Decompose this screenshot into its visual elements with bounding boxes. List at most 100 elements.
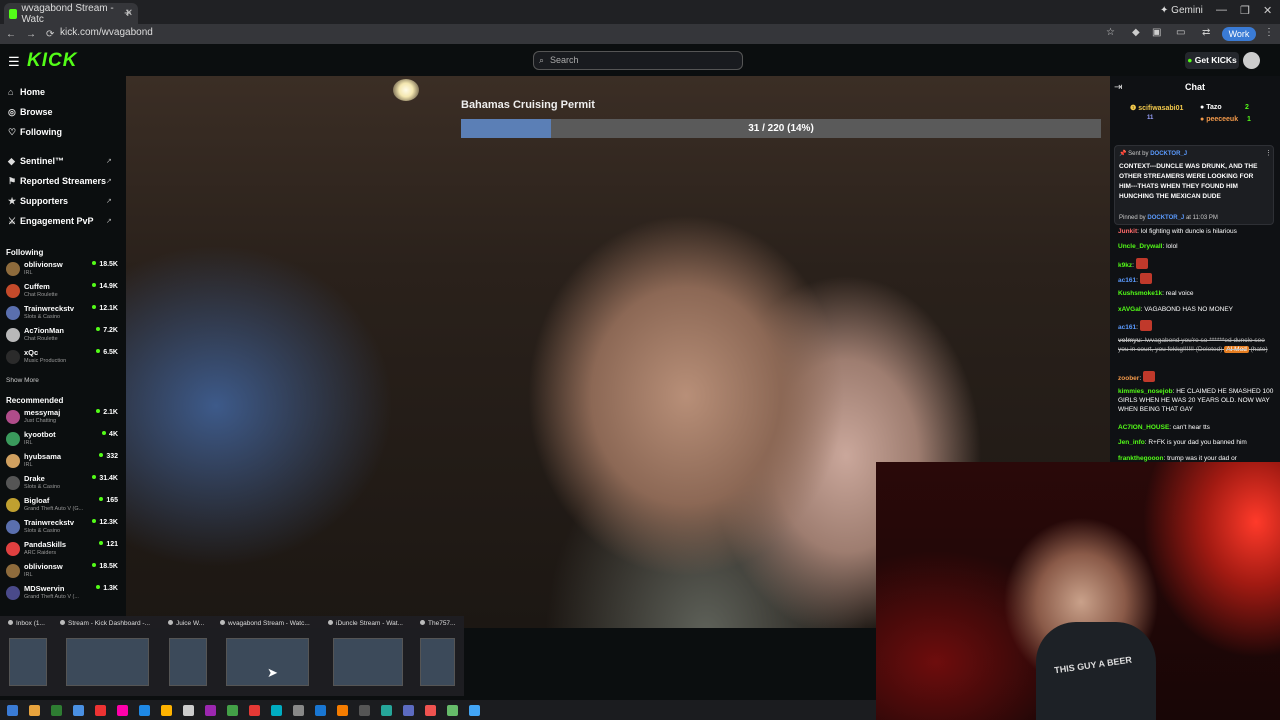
nav-buttons-icon[interactable]: ←→⟳	[6, 29, 64, 40]
bookmark-star-icon[interactable]: ☆	[1106, 27, 1115, 38]
cast-icon[interactable]: ▭	[1176, 27, 1185, 38]
profile-button[interactable]: Work	[1222, 27, 1256, 41]
puzzle-icon[interactable]: ▣	[1152, 27, 1161, 38]
taskbar-app-icon[interactable]	[51, 705, 62, 716]
window-preview[interactable]: The757...	[416, 616, 460, 696]
channel-item[interactable]: MDSwervin Grand Theft Auto V (... 1.3K	[6, 584, 120, 606]
taskbar-app-icon[interactable]	[117, 705, 128, 716]
top-gifter-2[interactable]: ● Tazo	[1200, 104, 1222, 111]
top-gifter-1[interactable]: ❶ scifiwasabi01	[1130, 104, 1183, 112]
pinned-menu-icon[interactable]: ⋮	[1265, 149, 1272, 157]
chat-message[interactable]: zoober:	[1118, 371, 1274, 383]
channel-item[interactable]: Cuffem Chat Roulette 14.9K	[6, 282, 120, 304]
channel-item[interactable]: xQc Music Production 6.5K	[6, 348, 120, 370]
minimize-icon[interactable]: —	[1216, 4, 1227, 16]
taskbar-app-icon[interactable]	[95, 705, 106, 716]
taskbar-app-icon[interactable]	[425, 705, 436, 716]
chat-username[interactable]: zoober	[1118, 375, 1139, 382]
taskbar-app-icon[interactable]	[359, 705, 370, 716]
chat-username[interactable]: volmyu	[1118, 337, 1141, 344]
chat-username[interactable]: ac161	[1118, 277, 1136, 284]
external-link-icon[interactable]: ↗	[106, 157, 112, 165]
chat-message[interactable]: kimmies_nosejob: HE CLAIMED HE SMASHED 1…	[1118, 387, 1274, 414]
chat-username[interactable]: Jen_info	[1118, 439, 1145, 446]
chat-username[interactable]: ac161	[1118, 324, 1136, 331]
get-kicks-button[interactable]: ● Get KICKs	[1185, 52, 1239, 69]
kick-logo[interactable]: KICK	[27, 50, 77, 72]
chat-message[interactable]: Jen_info: R+FK is your dad you banned hi…	[1118, 438, 1274, 447]
channel-item[interactable]: Ac7ionMan Chat Roulette 7.2K	[6, 326, 120, 348]
taskbar-app-icon[interactable]	[403, 705, 414, 716]
taskbar-app-icon[interactable]	[381, 705, 392, 716]
chat-message[interactable]: AC7ION_HOUSE: can't hear tts	[1118, 423, 1274, 432]
chat-username[interactable]: AC7ION_HOUSE	[1118, 424, 1169, 431]
taskbar-app-icon[interactable]	[205, 705, 216, 716]
external-link-icon[interactable]: ↗	[106, 217, 112, 225]
browser-tab[interactable]: wvagabond Stream - Watc ✕	[4, 3, 138, 25]
window-preview[interactable]: Inbox (1...	[4, 616, 52, 696]
new-tab-button[interactable]: +	[124, 5, 132, 20]
top-gifter-3[interactable]: ● peeceeuk	[1200, 116, 1238, 123]
channel-item[interactable]: oblivionsw IRL 18.5K	[6, 562, 120, 584]
chat-message[interactable]: k9kz:	[1118, 258, 1274, 270]
channel-item[interactable]: oblivionsw IRL 18.5K	[6, 260, 120, 282]
sidebar-item-home[interactable]: ⌂ Home	[8, 87, 45, 97]
taskbar-app-icon[interactable]	[29, 705, 40, 716]
chat-username[interactable]: xAVGal	[1118, 306, 1141, 313]
channel-item[interactable]: kyootbot IRL 4K	[6, 430, 120, 452]
window-preview[interactable]: Juice W...	[164, 616, 212, 696]
chat-message[interactable]: xAVGal: VAGABOND HAS NO MONEY	[1118, 305, 1274, 314]
taskbar-app-icon[interactable]	[249, 705, 260, 716]
channel-item[interactable]: PandaSkills ARC Raiders 121	[6, 540, 120, 562]
hamburger-icon[interactable]: ☰	[8, 54, 20, 70]
chat-username[interactable]: Kushsmoke1k	[1118, 290, 1162, 297]
window-preview[interactable]: wvagabond Stream - Watc...	[216, 616, 320, 696]
taskbar-app-icon[interactable]	[271, 705, 282, 716]
sidebar-item-browse[interactable]: ◎ Browse	[8, 107, 53, 118]
chat-message[interactable]: ac161:	[1118, 273, 1274, 285]
maximize-icon[interactable]: ❐	[1240, 4, 1250, 17]
sidebar-item-following[interactable]: ♡ Following	[8, 127, 62, 138]
chat-username[interactable]: kimmies_nosejob	[1118, 388, 1173, 395]
sidebar-item-pvp[interactable]: ⚔ Engagement PvP	[8, 216, 94, 227]
chat-message[interactable]: Junkit: lol fighting with duncle is hila…	[1118, 227, 1274, 236]
show-more-link[interactable]: Show More	[6, 377, 39, 384]
chat-message[interactable]: ac161:	[1118, 320, 1274, 332]
collapse-chat-icon[interactable]: ⇥	[1114, 82, 1122, 93]
external-link-icon[interactable]: ↗	[106, 197, 112, 205]
close-window-icon[interactable]: ✕	[1263, 4, 1272, 17]
taskbar-app-icon[interactable]	[447, 705, 458, 716]
taskbar-app-icon[interactable]	[139, 705, 150, 716]
taskbar-app-icon[interactable]	[183, 705, 194, 716]
chat-username[interactable]: Uncle_Drywall	[1118, 243, 1162, 250]
chat-username[interactable]: Junkit	[1118, 228, 1137, 235]
user-avatar[interactable]	[1243, 52, 1260, 69]
window-preview[interactable]: Stream - Kick Dashboard -...	[56, 616, 160, 696]
external-link-icon[interactable]: ↗	[106, 177, 112, 185]
taskbar-app-icon[interactable]	[469, 705, 480, 716]
taskbar-app-icon[interactable]	[293, 705, 304, 716]
chat-message[interactable]: Uncle_Drywall: lolol	[1118, 242, 1274, 251]
sidepanel-icon[interactable]: ⇄	[1202, 27, 1210, 38]
taskbar-app-icon[interactable]	[73, 705, 84, 716]
channel-item[interactable]: messymaj Just Chatting 2.1K	[6, 408, 120, 430]
taskbar-app-icon[interactable]	[161, 705, 172, 716]
chat-message[interactable]: volmyu: !wvagabond you're so ******ed du…	[1118, 336, 1274, 354]
extensions-icon[interactable]: ◆	[1132, 27, 1140, 38]
taskbar-app-icon[interactable]	[315, 705, 326, 716]
sidebar-item-reported[interactable]: ⚑ Reported Streamers	[8, 176, 106, 187]
pinned-message[interactable]: 📌 Sent by DOCKTOR_J ⋮ CONTEXT---DUNCLE W…	[1114, 145, 1274, 225]
channel-item[interactable]: Trainwreckstv Slots & Casino 12.3K	[6, 518, 120, 540]
search-input[interactable]: ⌕ Search	[533, 51, 743, 70]
gemini-button[interactable]: ✦ Gemini	[1160, 5, 1203, 16]
channel-item[interactable]: Trainwreckstv Slots & Casino 12.1K	[6, 304, 120, 326]
url-field[interactable]: kick.com/wvagabond	[60, 27, 153, 38]
chat-username[interactable]: frankthegooon	[1118, 455, 1164, 462]
channel-item[interactable]: Bigloaf Grand Theft Auto V (G... 165	[6, 496, 120, 518]
channel-item[interactable]: hyubsama IRL 332	[6, 452, 120, 474]
chat-username[interactable]: k9kz	[1118, 262, 1132, 269]
chat-message[interactable]: Kushsmoke1k: real voice	[1118, 289, 1274, 298]
channel-item[interactable]: Drake Slots & Casino 31.4K	[6, 474, 120, 496]
taskbar-app-icon[interactable]	[337, 705, 348, 716]
sidebar-item-sentinel[interactable]: ◆ Sentinel™	[8, 156, 64, 167]
